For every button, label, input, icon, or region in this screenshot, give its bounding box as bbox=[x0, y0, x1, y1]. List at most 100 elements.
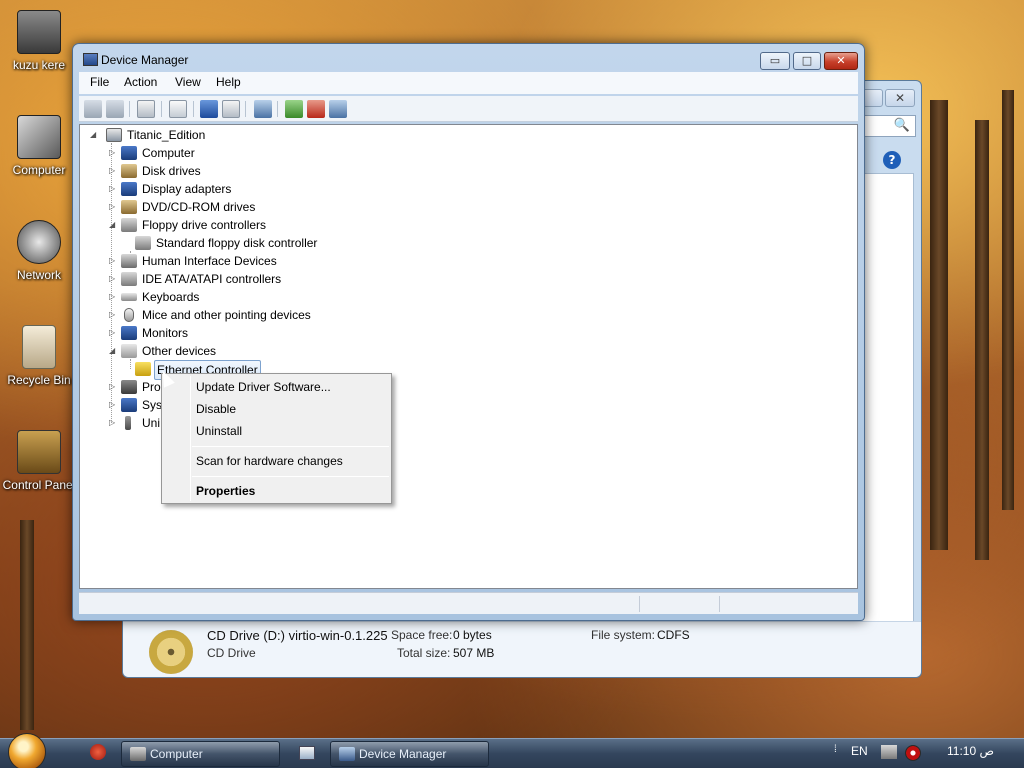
desktop-icon-control-panel[interactable]: Control Panel bbox=[0, 430, 79, 492]
expand-icon[interactable]: ▷ bbox=[109, 310, 118, 319]
expand-icon[interactable]: ▷ bbox=[109, 148, 118, 157]
collapse-icon[interactable]: ◢ bbox=[109, 346, 118, 355]
collapse-icon[interactable]: ◢ bbox=[109, 220, 118, 229]
toolbar-separator bbox=[193, 101, 194, 117]
computer-icon bbox=[121, 146, 137, 160]
computer-icon bbox=[130, 747, 146, 761]
minimize-button[interactable]: ▭ bbox=[760, 52, 790, 70]
disable-icon[interactable] bbox=[329, 100, 347, 118]
explorer-close-button[interactable]: ✕ bbox=[885, 89, 915, 107]
menu-view[interactable]: View bbox=[175, 75, 201, 89]
quick-launch-icon[interactable] bbox=[90, 744, 106, 760]
expand-icon[interactable]: ▷ bbox=[109, 184, 118, 193]
properties-icon[interactable] bbox=[169, 100, 187, 118]
processor-icon bbox=[121, 380, 137, 394]
show-hide-console-tree-icon[interactable] bbox=[137, 100, 155, 118]
toolbar-separator bbox=[277, 101, 278, 117]
expand-icon[interactable]: ▷ bbox=[109, 382, 118, 391]
wallpaper-tree-trunk bbox=[975, 120, 989, 560]
toolbar bbox=[79, 96, 858, 122]
menu-item-scan-hardware[interactable]: Scan for hardware changes bbox=[196, 454, 343, 468]
expand-icon[interactable]: ▷ bbox=[109, 256, 118, 265]
expand-icon[interactable]: ▷ bbox=[109, 418, 118, 427]
space-free-value: 0 bytes bbox=[453, 628, 492, 642]
menu-item-disable[interactable]: Disable bbox=[196, 402, 236, 416]
expand-icon[interactable]: ▷ bbox=[109, 202, 118, 211]
tree-node-label: Floppy drive controllers bbox=[142, 218, 267, 232]
menu-help[interactable]: Help bbox=[216, 75, 241, 89]
tree-node-label: Computer bbox=[142, 146, 195, 160]
uninstall-icon[interactable] bbox=[307, 100, 325, 118]
desktop-icon-computer[interactable]: Computer bbox=[0, 115, 79, 177]
status-separator bbox=[719, 596, 720, 612]
desktop-icon-recycle-bin[interactable]: Recycle Bin bbox=[0, 325, 79, 387]
toolbar-separator bbox=[161, 101, 162, 117]
back-icon[interactable] bbox=[84, 100, 102, 118]
tray-grip-icon: ⁞ bbox=[834, 744, 837, 755]
search-icon: 🔍 bbox=[893, 118, 910, 133]
expand-icon[interactable]: ▷ bbox=[109, 400, 118, 409]
drive-type: CD Drive bbox=[207, 646, 256, 660]
device-manager-window[interactable]: Device Manager ▭ □ ✕ File Action View He… bbox=[72, 43, 865, 621]
desktop-icon-user-folder[interactable]: kuzu kere bbox=[0, 10, 79, 72]
tree-node-label: Human Interface Devices bbox=[142, 254, 277, 268]
context-menu: Update Driver Software... Disable Uninst… bbox=[161, 373, 392, 504]
user-folder-icon bbox=[17, 10, 61, 54]
floppy-controller-icon bbox=[135, 236, 151, 250]
menu-action[interactable]: Action bbox=[124, 75, 157, 89]
menu-item-properties[interactable]: Properties bbox=[196, 484, 255, 498]
hid-icon bbox=[121, 254, 137, 268]
wallpaper-tree-trunk bbox=[930, 100, 948, 550]
desktop-icon-label: kuzu kere bbox=[12, 58, 66, 72]
system-devices-icon bbox=[121, 398, 137, 412]
expand-icon[interactable]: ▷ bbox=[109, 166, 118, 175]
keyboard-icon bbox=[121, 293, 137, 301]
tree-node-label: Standard floppy disk controller bbox=[156, 236, 318, 250]
menu-item-uninstall[interactable]: Uninstall bbox=[196, 424, 242, 438]
taskbar-button-computer[interactable]: Computer bbox=[121, 741, 280, 767]
expand-icon[interactable]: ▷ bbox=[109, 328, 118, 337]
network-status-icon[interactable] bbox=[881, 745, 897, 759]
dvd-drive-icon bbox=[121, 200, 137, 214]
tree-node-label: DVD/CD-ROM drives bbox=[142, 200, 256, 214]
status-separator bbox=[639, 596, 640, 612]
menu-gutter bbox=[190, 376, 191, 501]
device-tree[interactable]: ◢ Titanic_Edition ▷ Computer ▷ Disk driv… bbox=[79, 124, 858, 589]
tree-node-label: Other devices bbox=[142, 344, 217, 358]
device-manager-icon bbox=[83, 53, 98, 66]
taskbar-button-device-manager[interactable]: Device Manager bbox=[330, 741, 489, 767]
help-icon[interactable]: ? bbox=[883, 151, 901, 169]
network-icon bbox=[17, 220, 61, 264]
action-pane-icon[interactable] bbox=[222, 100, 240, 118]
expand-icon[interactable]: ▷ bbox=[109, 274, 118, 283]
forward-icon[interactable] bbox=[106, 100, 124, 118]
language-indicator[interactable]: EN bbox=[851, 744, 868, 758]
mouse-icon bbox=[124, 308, 134, 322]
show-desktop-icon[interactable] bbox=[299, 746, 315, 760]
wallpaper-tree-trunk bbox=[1002, 90, 1014, 510]
collapse-icon[interactable]: ◢ bbox=[90, 130, 99, 139]
menu-file[interactable]: File bbox=[90, 75, 109, 89]
total-size-value: 507 MB bbox=[453, 646, 495, 660]
expand-icon[interactable]: ▷ bbox=[109, 292, 118, 301]
menu-item-update-driver[interactable]: Update Driver Software... bbox=[196, 380, 331, 394]
maximize-button[interactable]: □ bbox=[793, 52, 821, 70]
desktop-icon-label: Network bbox=[16, 268, 61, 282]
update-driver-icon[interactable] bbox=[285, 100, 303, 118]
file-system-value: CDFS bbox=[657, 628, 690, 642]
security-alert-icon[interactable] bbox=[905, 745, 921, 761]
start-button[interactable] bbox=[8, 733, 46, 768]
file-system-label: File system: bbox=[591, 628, 656, 642]
desktop-icon-label: Computer bbox=[12, 163, 66, 177]
desktop-icon-network[interactable]: Network bbox=[0, 220, 79, 282]
help-icon[interactable] bbox=[200, 100, 218, 118]
tree-node-label: Disk drives bbox=[142, 164, 201, 178]
scan-hardware-icon[interactable] bbox=[254, 100, 272, 118]
tree-node-label: Titanic_Edition bbox=[127, 128, 206, 142]
control-panel-icon bbox=[17, 430, 61, 474]
explorer-search-input[interactable]: 🔍 bbox=[858, 115, 916, 137]
close-button[interactable]: ✕ bbox=[824, 52, 858, 70]
warning-icon bbox=[135, 362, 151, 376]
tree-node-label: Sys bbox=[142, 398, 163, 412]
system-clock[interactable]: 11:10 ص bbox=[947, 744, 994, 758]
